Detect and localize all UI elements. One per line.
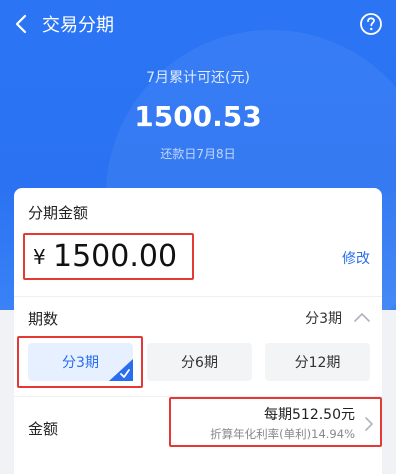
term-label: 期数 bbox=[28, 310, 59, 328]
amount-display: ¥ 1500.00 bbox=[23, 233, 194, 280]
term-option-12[interactable]: 分12期 bbox=[265, 343, 370, 381]
back-icon[interactable] bbox=[12, 14, 32, 34]
help-icon[interactable] bbox=[359, 12, 383, 36]
summary-amount: 1500.53 bbox=[134, 100, 262, 133]
divider bbox=[14, 296, 382, 297]
term-option-3[interactable]: 分3期 bbox=[28, 343, 133, 381]
term-option-label: 分3期 bbox=[62, 355, 99, 371]
annual-rate: 折算年化利率(单利)14.94% bbox=[210, 427, 355, 441]
term-option-label: 分6期 bbox=[181, 355, 218, 371]
term-current-value[interactable]: 分3期 bbox=[305, 308, 342, 328]
amount-label: 分期金额 bbox=[28, 204, 89, 222]
payment-detail[interactable]: 每期512.50元 折算年化利率(单利)14.94% bbox=[169, 397, 382, 447]
summary-label: 7月累计可还(元) bbox=[146, 70, 250, 86]
installment-card: 分期金额 ¥ 1500.00 修改 期数 分3期 分3期 分6期 分12期 金额… bbox=[14, 188, 382, 474]
modify-button[interactable]: 修改 bbox=[342, 248, 370, 268]
per-period-amount: 每期512.50元 bbox=[264, 407, 355, 423]
amount-value: 1500.00 bbox=[53, 239, 178, 274]
chevron-right-icon[interactable] bbox=[364, 416, 374, 432]
payment-label: 金额 bbox=[28, 420, 59, 438]
repay-date: 还款日7月8日 bbox=[160, 147, 236, 161]
chevron-up-icon[interactable] bbox=[354, 311, 370, 323]
top-bar: 交易分期 bbox=[0, 0, 396, 50]
term-option-6[interactable]: 分6期 bbox=[147, 343, 252, 381]
check-icon bbox=[109, 359, 133, 381]
page-title: 交易分期 bbox=[42, 15, 114, 36]
term-option-label: 分12期 bbox=[294, 355, 341, 371]
currency-symbol: ¥ bbox=[33, 245, 46, 269]
